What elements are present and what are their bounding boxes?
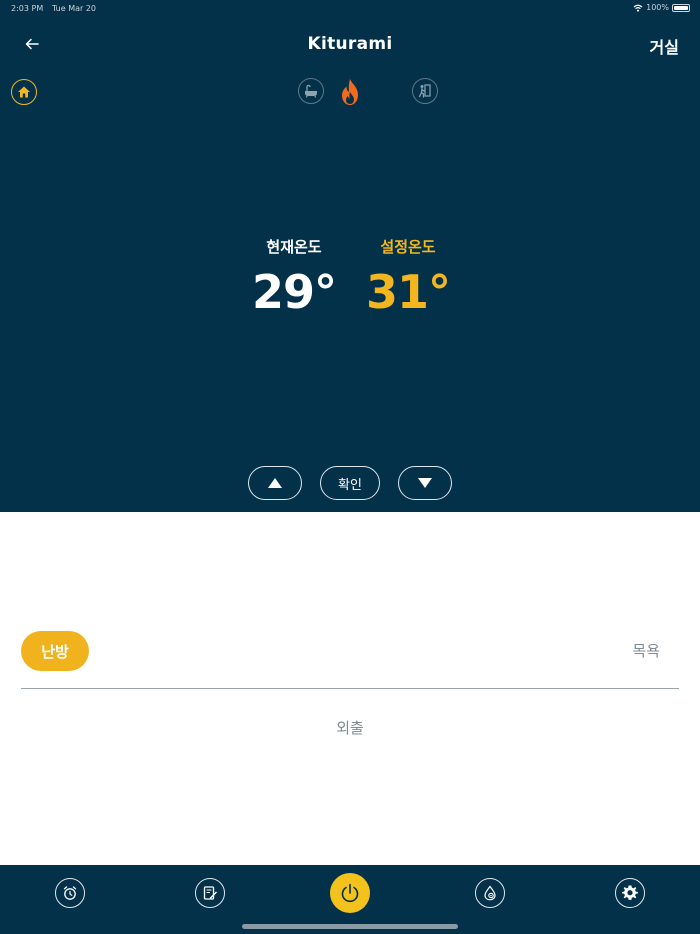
- alarm-button[interactable]: [55, 878, 85, 908]
- battery-percent: 100%: [646, 3, 669, 12]
- current-temp-label: 현재온도: [266, 238, 322, 256]
- heating-mode-tab[interactable]: 난방: [21, 631, 89, 671]
- bath-mode-button[interactable]: [298, 78, 324, 104]
- away-mode-button[interactable]: [412, 78, 438, 104]
- bathtub-icon: [305, 84, 317, 98]
- water-settings-icon: [484, 885, 496, 901]
- power-icon: [341, 883, 359, 903]
- triangle-up-icon: [268, 478, 282, 488]
- bath-mode-tab[interactable]: 목욕: [632, 640, 660, 661]
- thermostat-panel: 2:03 PM Tue Mar 20 100% Kiturami 거실 현재온도…: [0, 0, 700, 512]
- room-name[interactable]: 거실: [650, 34, 679, 58]
- notepad-icon: [203, 886, 217, 900]
- alarm-clock-icon: [63, 886, 77, 900]
- power-button[interactable]: [330, 873, 370, 913]
- settings-button[interactable]: [615, 878, 645, 908]
- status-right: 100%: [633, 3, 690, 12]
- set-temp-label: 설정온도: [380, 238, 436, 256]
- current-temperature: 현재온도 29°: [250, 236, 338, 319]
- mode-divider: [21, 688, 679, 689]
- set-temp-value: 31°: [365, 265, 451, 319]
- status-date: Tue Mar 20: [52, 4, 97, 13]
- home-indicator: [242, 924, 458, 929]
- home-button[interactable]: [11, 79, 37, 105]
- gear-icon: [622, 885, 638, 900]
- confirm-button[interactable]: 확인: [320, 466, 380, 500]
- battery-icon: [672, 3, 690, 12]
- bottom-nav: [0, 865, 700, 934]
- current-temp-value: 29°: [251, 265, 337, 319]
- temp-down-button[interactable]: [398, 466, 452, 500]
- home-icon: [18, 86, 30, 98]
- schedule-button[interactable]: [195, 878, 225, 908]
- wifi-icon: [633, 4, 643, 12]
- kiturami-logo: Kiturami: [307, 34, 393, 54]
- triangle-down-icon: [418, 478, 432, 488]
- away-mode-tab[interactable]: 외출: [0, 717, 700, 738]
- outing-icon: [418, 84, 431, 98]
- status-bar: 2:03 PM Tue Mar 20 100%: [0, 0, 700, 18]
- flame-icon[interactable]: [338, 78, 362, 106]
- status-time: 2:03 PM: [11, 4, 44, 13]
- set-temperature: 설정온도 31°: [364, 236, 452, 319]
- temp-up-button[interactable]: [248, 466, 302, 500]
- water-settings-button[interactable]: [475, 878, 505, 908]
